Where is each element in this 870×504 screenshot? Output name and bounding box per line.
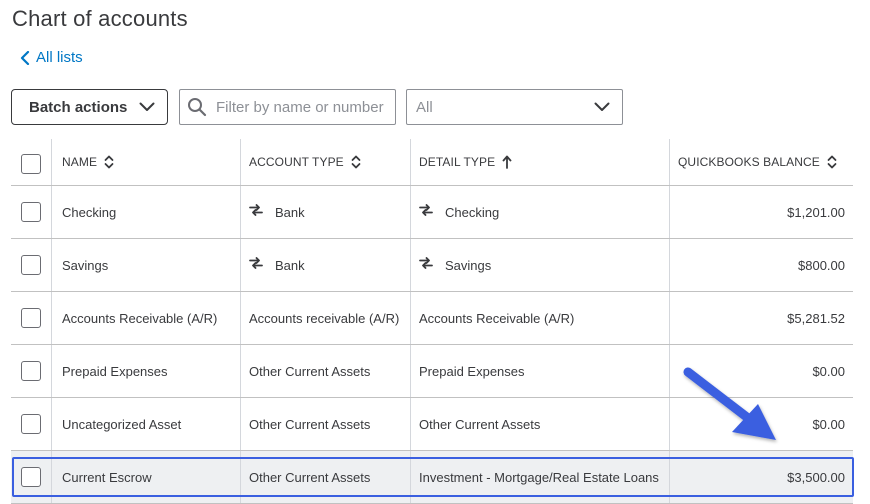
search-icon	[188, 98, 207, 117]
account-name: Uncategorized Asset	[62, 416, 182, 432]
table-row[interactable]: Prepaid Expenses Other Current Assets Pr…	[11, 345, 853, 398]
balance: $0.00	[812, 416, 845, 432]
sort-icon	[827, 155, 837, 169]
account-name: Prepaid Expenses	[62, 363, 168, 379]
column-header-account-type[interactable]: ACCOUNT TYPE	[249, 139, 414, 185]
arrow-up-icon	[502, 155, 512, 169]
chevron-left-icon	[20, 50, 30, 65]
account-type: Other Current Assets	[249, 416, 371, 432]
detail-type: Savings	[419, 239, 674, 291]
row-checkbox[interactable]	[21, 255, 41, 275]
account-name: Savings	[62, 257, 109, 273]
filter-search-input[interactable]	[216, 98, 395, 116]
table-header-row: NAME ACCOUNT TYPE DETAIL TYPE QUICKBOOKS…	[11, 139, 853, 186]
account-type: Other Current Assets	[249, 469, 371, 485]
account-type: Bank	[249, 186, 414, 238]
detail-type: Investment - Mortgage/Real Estate Loans	[419, 469, 659, 485]
all-lists-link[interactable]: All lists	[20, 49, 83, 66]
account-type: Other Current Assets	[249, 363, 371, 379]
balance: $0.00	[812, 363, 845, 379]
table-row-highlighted[interactable]: Current Escrow Other Current Assets Inve…	[11, 451, 853, 504]
row-checkbox[interactable]	[21, 361, 41, 381]
table-row[interactable]: Uncategorized Asset Other Current Assets…	[11, 398, 853, 451]
transfer-icon	[249, 257, 263, 269]
sort-icon	[104, 155, 114, 169]
detail-type: Prepaid Expenses	[419, 363, 525, 379]
batch-actions-label: Batch actions	[29, 98, 128, 116]
column-header-name[interactable]: NAME	[62, 139, 242, 185]
account-filter-select[interactable]: All	[406, 89, 623, 125]
table-row[interactable]: Savings Bank Savings $800.00	[11, 239, 853, 292]
column-header-balance[interactable]: QUICKBOOKS BALANCE	[678, 139, 848, 185]
account-name: Accounts Receivable (A/R)	[62, 310, 218, 326]
batch-actions-button[interactable]: Batch actions	[11, 89, 168, 125]
table-row[interactable]: Accounts Receivable (A/R) Accounts recei…	[11, 292, 853, 345]
column-header-detail-type[interactable]: DETAIL TYPE	[419, 139, 674, 185]
row-checkbox[interactable]	[21, 202, 41, 222]
row-checkbox[interactable]	[21, 308, 41, 328]
chevron-down-icon	[594, 102, 610, 111]
row-checkbox[interactable]	[21, 414, 41, 434]
balance: $3,500.00	[787, 469, 845, 485]
all-lists-label: All lists	[36, 49, 83, 66]
detail-type: Other Current Assets	[419, 416, 541, 432]
table-row[interactable]: Checking Bank Checking $1,201.00	[11, 186, 853, 239]
account-type: Accounts receivable (A/R)	[249, 310, 400, 326]
account-name: Checking	[62, 204, 117, 220]
chevron-down-icon	[139, 102, 155, 111]
account-type: Bank	[249, 239, 414, 291]
account-filter-value: All	[416, 98, 433, 116]
detail-type: Accounts Receivable (A/R)	[419, 310, 575, 326]
page-title: Chart of accounts	[12, 6, 188, 31]
balance: $1,201.00	[787, 204, 845, 220]
filter-search-field[interactable]	[179, 89, 396, 125]
select-all-checkbox[interactable]	[21, 154, 41, 174]
balance: $800.00	[798, 257, 845, 273]
account-name: Current Escrow	[62, 469, 152, 485]
detail-type: Checking	[419, 186, 674, 238]
row-checkbox[interactable]	[21, 467, 41, 487]
balance: $5,281.52	[787, 310, 845, 326]
transfer-icon	[419, 257, 433, 269]
transfer-icon	[249, 204, 263, 216]
transfer-icon	[419, 204, 433, 216]
sort-icon	[351, 155, 361, 169]
accounts-table: NAME ACCOUNT TYPE DETAIL TYPE QUICKBOOKS…	[11, 139, 853, 504]
